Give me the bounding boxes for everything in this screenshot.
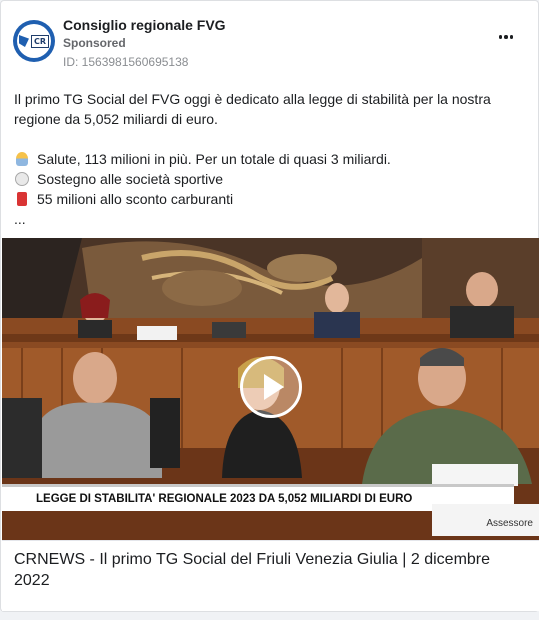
bullet-item: Sostegno alle società sportive	[14, 169, 518, 189]
health-worker-icon	[14, 151, 30, 167]
logo-badge: CR	[30, 34, 50, 48]
post-body: Il primo TG Social del FVG oggi è dedica…	[14, 89, 518, 229]
link-headline[interactable]: CRNEWS - Il primo TG Social del Friuli V…	[14, 549, 509, 591]
nameplate-label: Assessore	[432, 504, 539, 536]
sponsored-label: Sponsored	[63, 36, 126, 50]
see-more-ellipsis[interactable]: ...	[14, 209, 518, 229]
page-name-link[interactable]: Consiglio regionale FVG	[63, 17, 226, 33]
bullet-text: Sostegno alle società sportive	[37, 171, 223, 187]
ad-post-card: CR Consiglio regionale FVG Sponsored ID:…	[0, 0, 539, 612]
link-preview[interactable]: CRNEWS - Il primo TG Social del Friuli V…	[2, 540, 539, 611]
bullet-item: Salute, 113 milioni in più. Per un total…	[14, 149, 518, 169]
more-options-icon[interactable]	[494, 29, 518, 45]
ad-id: ID: 1563981560695138	[63, 55, 189, 69]
logo-icon: CR	[17, 24, 51, 58]
post-intro: Il primo TG Social del FVG oggi è dedica…	[14, 91, 491, 127]
logo-mark	[18, 35, 29, 47]
bullet-text: 55 milioni allo sconto carburanti	[37, 191, 234, 207]
page-avatar[interactable]: CR	[13, 20, 55, 62]
bullet-text: Salute, 113 milioni in più. Per un total…	[37, 151, 391, 167]
play-icon[interactable]	[240, 356, 302, 418]
volleyball-icon	[14, 171, 30, 187]
video-player[interactable]: LEGGE DI STABILITA' REGIONALE 2023 DA 5,…	[2, 238, 539, 540]
bullet-item: 55 milioni allo sconto carburanti	[14, 189, 518, 209]
post-header: CR Consiglio regionale FVG Sponsored ID:…	[13, 15, 526, 71]
fuel-pump-icon	[14, 191, 30, 207]
